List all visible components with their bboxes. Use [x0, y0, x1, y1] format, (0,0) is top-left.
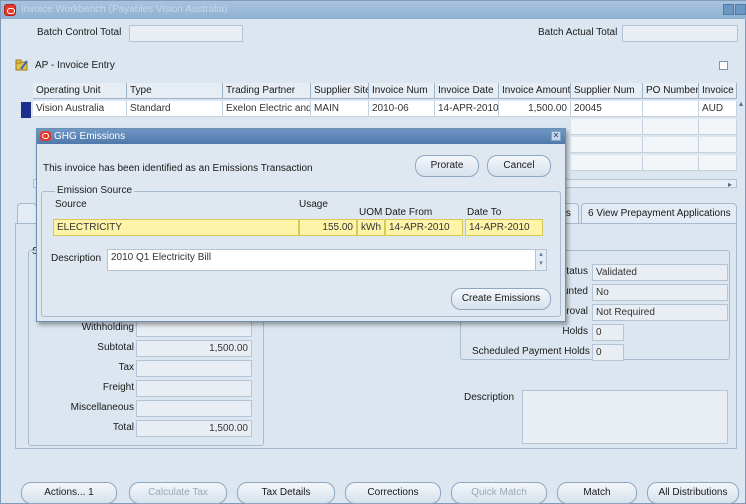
col-operating-unit: Operating Unit	[33, 83, 127, 99]
cell-supplier-site[interactable]: MAIN	[311, 101, 369, 117]
date-to-field[interactable]: 14-APR-2010	[465, 219, 543, 236]
source-field[interactable]: ELECTRICITY	[53, 219, 299, 236]
row-selector[interactable]	[21, 102, 31, 118]
create-emissions-button[interactable]: Create Emissions	[451, 288, 551, 310]
uom-field[interactable]: kWh	[357, 219, 385, 236]
tax-label: Tax	[118, 362, 134, 373]
col-supplier-site: Supplier Site	[311, 83, 369, 99]
ap-invoice-entry-header: AP - Invoice Entry	[15, 57, 731, 75]
emission-source-title: Emission Source	[55, 185, 135, 196]
date-from-field[interactable]: 14-APR-2010	[385, 219, 463, 236]
accounted-field[interactable]: No	[592, 284, 728, 301]
holds-field[interactable]: 0	[592, 324, 624, 341]
cell-trading-partner[interactable]: Exelon Electric and	[223, 101, 311, 117]
tax-details-button[interactable]: Tax Details	[237, 482, 335, 504]
cancel-button[interactable]: Cancel	[487, 155, 551, 177]
subtotal-label: Subtotal	[97, 342, 134, 353]
cell-invoice-amount[interactable]: 1,500.00	[499, 101, 571, 117]
col-invoice-date: Invoice Date	[435, 83, 499, 99]
batch-actual-total-label: Batch Actual Total	[538, 27, 618, 38]
description-label: Description	[464, 392, 515, 403]
scroll-up-icon[interactable]: ▴	[739, 99, 743, 108]
batch-actual-total-field[interactable]	[622, 25, 738, 42]
table-row-empty[interactable]	[699, 155, 737, 171]
table-row-empty[interactable]	[643, 137, 699, 153]
tab-view-prepayment-applications[interactable]: 6 View Prepayment Applications	[581, 203, 737, 223]
dialog-description-label: Description	[51, 253, 102, 264]
description-field[interactable]	[522, 390, 728, 444]
table-row-empty[interactable]	[643, 119, 699, 135]
scheduled-payment-holds-label: Scheduled Payment Holds	[472, 346, 590, 357]
batch-control-total-field[interactable]	[129, 25, 243, 42]
cell-invoice-date[interactable]: 14-APR-2010	[435, 101, 499, 117]
maximize-icon[interactable]	[735, 4, 746, 15]
actions-button[interactable]: Actions... 1	[21, 482, 117, 504]
cell-currency[interactable]: AUD	[699, 101, 737, 117]
prorate-button[interactable]: Prorate	[415, 155, 479, 177]
oracle-dialog-icon	[40, 131, 51, 141]
section-title: AP - Invoice Entry	[35, 60, 115, 71]
dialog-title: GHG Emissions	[54, 131, 126, 142]
dialog-titlebar: GHG Emissions ✕	[37, 129, 565, 144]
scroll-right-icon[interactable]: ▸	[728, 180, 732, 189]
col-trading-partner: Trading Partner	[223, 83, 311, 99]
col-supplier-num: Supplier Num	[571, 83, 643, 99]
cell-operating-unit[interactable]: Vision Australia	[33, 101, 127, 117]
cell-supplier-num[interactable]: 20045	[571, 101, 643, 117]
total-field[interactable]: 1,500.00	[136, 420, 252, 437]
status-field[interactable]: Validated	[592, 264, 728, 281]
col-uom-label: UOM	[359, 207, 383, 218]
close-icon[interactable]: ✕	[551, 131, 561, 141]
folder-edit-icon	[15, 59, 28, 71]
window-title: Invoice Workbench (Payables Vision Austr…	[21, 4, 228, 15]
freight-field[interactable]	[136, 380, 252, 397]
table-row-empty[interactable]	[571, 137, 643, 153]
corrections-button[interactable]: Corrections	[345, 482, 441, 504]
oracle-app-icon	[4, 4, 16, 16]
table-row-empty[interactable]	[571, 155, 643, 171]
col-invoice-num: Invoice Num	[369, 83, 435, 99]
tab-general[interactable]	[17, 203, 37, 223]
col-po-number: PO Number	[643, 83, 699, 99]
table-row-empty[interactable]	[643, 155, 699, 171]
cell-invoice-num[interactable]: 2010-06	[369, 101, 435, 117]
scheduled-payment-holds-field[interactable]: 0	[592, 344, 624, 361]
miscellaneous-label: Miscellaneous	[70, 402, 134, 413]
col-date-from-label: Date From	[385, 207, 433, 218]
minimize-icon[interactable]	[723, 4, 734, 15]
table-row-empty[interactable]	[571, 119, 643, 135]
quick-match-button[interactable]: Quick Match	[451, 482, 547, 504]
col-usage-label: Usage	[299, 199, 328, 210]
usage-field[interactable]: 155.00	[299, 219, 357, 236]
main-titlebar: Invoice Workbench (Payables Vision Austr…	[1, 1, 746, 19]
description-scroll-icon[interactable]: ▴ ▾	[535, 250, 546, 270]
expand-checkbox-icon[interactable]	[719, 61, 728, 70]
withholding-field[interactable]	[136, 320, 252, 337]
miscellaneous-field[interactable]	[136, 400, 252, 417]
col-type: Type	[127, 83, 223, 99]
cell-type[interactable]: Standard	[127, 101, 223, 117]
tax-field[interactable]	[136, 360, 252, 377]
withholding-label: Withholding	[81, 322, 134, 333]
col-date-to-label: Date To	[467, 207, 502, 218]
batch-control-total-label: Batch Control Total	[37, 27, 122, 38]
total-label: Total	[112, 422, 134, 433]
table-row-empty[interactable]	[699, 137, 737, 153]
holds-label: Holds	[562, 326, 588, 337]
match-button[interactable]: Match	[557, 482, 637, 504]
ghg-emissions-dialog: GHG Emissions ✕ This invoice has been id…	[36, 128, 566, 322]
col-source-label: Source	[55, 199, 87, 210]
dialog-message: This invoice has been identified as an E…	[43, 163, 313, 174]
subtotal-field[interactable]: 1,500.00	[136, 340, 252, 357]
calculate-tax-button[interactable]: Calculate Tax	[129, 482, 227, 504]
dialog-description-field[interactable]: 2010 Q1 Electricity Bill	[107, 249, 547, 271]
col-invoice-currency: Invoice	[699, 83, 737, 99]
table-row-empty[interactable]	[699, 119, 737, 135]
approval-field[interactable]: Not Required	[592, 304, 728, 321]
all-distributions-button[interactable]: All Distributions	[647, 482, 739, 504]
freight-label: Freight	[102, 382, 134, 393]
cell-po-number[interactable]	[643, 101, 699, 117]
col-invoice-amount: Invoice Amount	[499, 83, 571, 99]
